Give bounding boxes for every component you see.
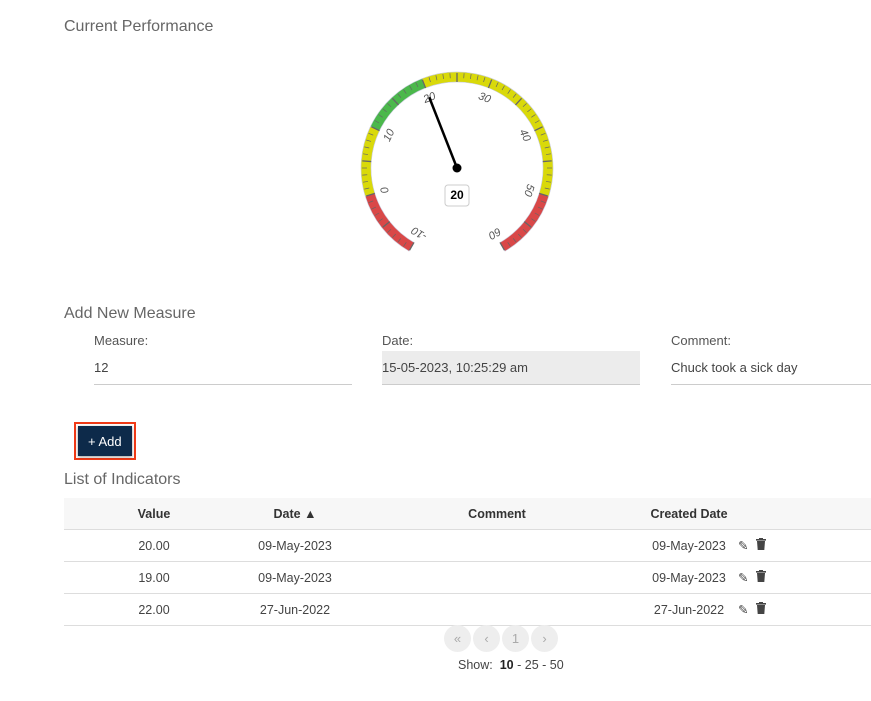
list-title: List of Indicators — [64, 471, 181, 488]
table-row: 22.00 27-Jun-2022 27-Jun-2022 ✎ — [64, 593, 871, 626]
cell-date: 09-May-2023 — [244, 529, 346, 562]
gauge-tick-label: 0 — [378, 185, 392, 195]
date-label: Date: — [382, 333, 414, 348]
prev-page-button[interactable]: ‹ — [473, 625, 500, 652]
header-created-date[interactable]: Created Date — [648, 498, 730, 530]
date-input: 15-05-2023, 10:25:29 am — [382, 351, 640, 385]
edit-icon[interactable]: ✎ — [738, 538, 748, 553]
gauge-tick — [542, 160, 552, 163]
add-measure-title: Add New Measure — [64, 305, 196, 322]
header-date[interactable]: Date ▲ — [244, 498, 346, 530]
trash-icon[interactable] — [756, 538, 767, 553]
gauge-tick-label: 50 — [521, 183, 536, 199]
first-page-button[interactable]: « — [444, 625, 471, 652]
next-page-button[interactable]: › — [531, 625, 558, 652]
gauge-tick-label: -10 — [409, 223, 430, 242]
gauge-needle — [428, 96, 459, 169]
add-button[interactable]: + Add — [78, 426, 132, 456]
comment-label: Comment: — [671, 333, 731, 348]
table-row: 19.00 09-May-2023 09-May-2023 ✎ — [64, 561, 871, 594]
cell-comment — [346, 529, 648, 562]
cell-created-date: 09-May-2023 — [648, 529, 730, 562]
measure-input[interactable]: 12 — [94, 351, 352, 385]
cell-created-date: 09-May-2023 — [648, 561, 730, 594]
performance-gauge: -10010203040506020 — [360, 71, 554, 252]
gauge-tick-label: 60 — [485, 225, 502, 242]
gauge-needle-hub — [452, 163, 462, 173]
page-size-10[interactable]: 10 — [500, 658, 514, 672]
page-size-selector: Show: 10 - 25 - 50 — [458, 658, 564, 672]
current-performance-title: Current Performance — [64, 18, 214, 35]
cell-comment — [346, 593, 648, 626]
date-field: Date: 15-05-2023, 10:25:29 am — [382, 333, 640, 385]
edit-icon[interactable]: ✎ — [738, 602, 748, 617]
indicators-table: Value Date ▲ Comment Created Date 20.00 … — [64, 498, 871, 626]
measure-field[interactable]: Measure: 12 — [94, 333, 352, 385]
gauge-tick-label: 10 — [381, 127, 398, 144]
cell-date: 09-May-2023 — [244, 561, 346, 594]
gauge-band — [421, 71, 554, 197]
cell-value: 20.00 — [64, 529, 244, 562]
cell-date: 27-Jun-2022 — [244, 593, 346, 626]
page-1-button[interactable]: 1 — [502, 625, 529, 652]
pagination: « ‹ 1 › — [444, 625, 558, 652]
show-label: Show: — [458, 658, 493, 672]
gauge-tick — [362, 160, 372, 163]
gauge-tick-label: 30 — [477, 90, 494, 106]
page-size-25[interactable]: 25 — [525, 658, 539, 672]
trash-icon[interactable] — [756, 570, 767, 585]
measure-label: Measure: — [94, 333, 149, 348]
cell-comment — [346, 561, 648, 594]
gauge-tick-label: 40 — [517, 127, 534, 144]
table-row: 20.00 09-May-2023 09-May-2023 ✎ — [64, 529, 871, 562]
add-button-highlight: + Add — [74, 422, 136, 460]
cell-value: 19.00 — [64, 561, 244, 594]
comment-field[interactable]: Comment: Chuck took a sick day — [671, 333, 871, 385]
comment-input[interactable]: Chuck took a sick day — [671, 351, 871, 385]
header-value[interactable]: Value — [64, 498, 244, 530]
header-comment[interactable]: Comment — [346, 498, 648, 530]
trash-icon[interactable] — [756, 602, 767, 617]
cell-value: 22.00 — [64, 593, 244, 626]
gauge-value-label: 20 — [450, 188, 464, 202]
edit-icon[interactable]: ✎ — [738, 570, 748, 585]
page-size-50[interactable]: 50 — [550, 658, 564, 672]
cell-created-date: 27-Jun-2022 — [648, 593, 730, 626]
